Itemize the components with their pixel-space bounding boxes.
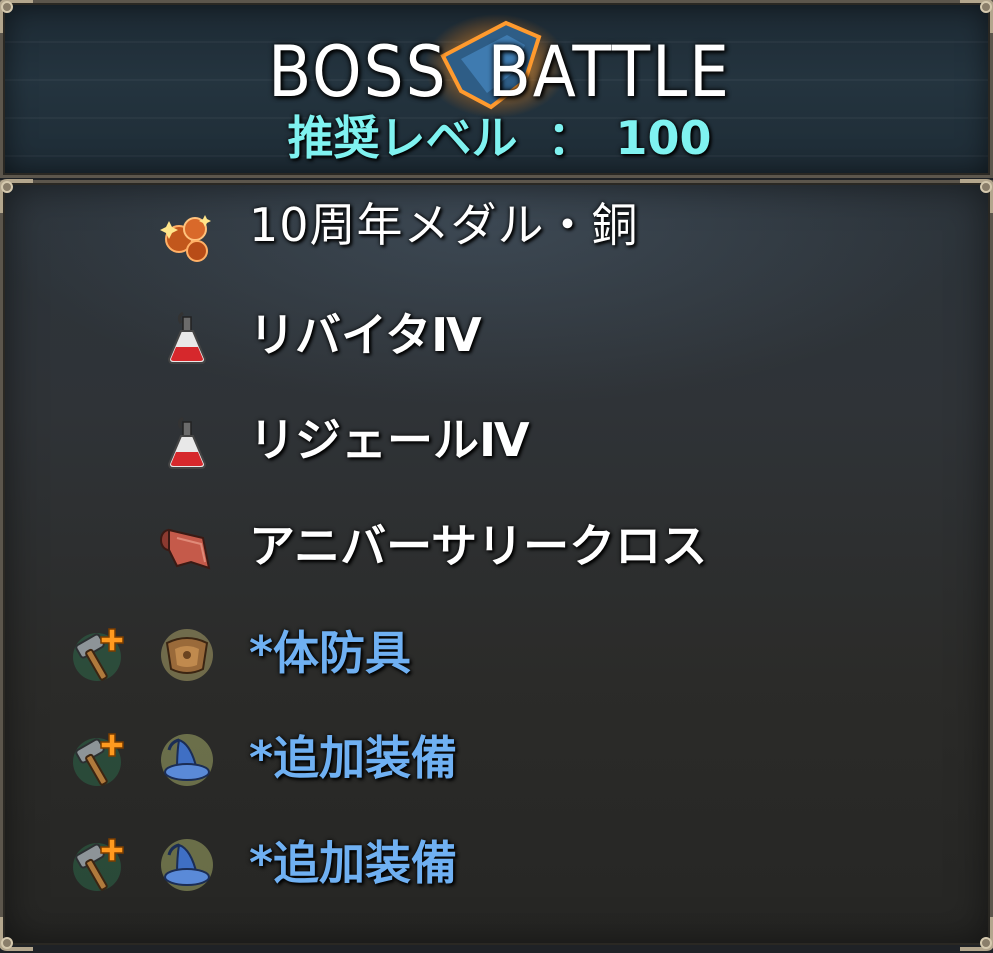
list-item[interactable]: リジェールⅣ — [3, 390, 993, 490]
list-item[interactable]: *追加装備 — [3, 708, 993, 808]
wizard-hat-icon — [161, 839, 213, 891]
reward-name: リバイタⅣ — [249, 308, 482, 362]
recommended-level: 推奨レベル： 100 — [3, 115, 993, 161]
boss-battle-header: BOSS BATTLE 推奨レベル： 100 — [0, 0, 993, 178]
page-title: BOSS BATTLE — [268, 31, 731, 113]
potion-icon — [167, 311, 207, 364]
list-item[interactable]: 10周年メダル・銅 — [3, 185, 993, 285]
reward-name: リジェールⅣ — [249, 413, 530, 467]
level-separator: ： — [547, 111, 594, 165]
hammer-plus-icon — [73, 628, 124, 681]
reward-name: *追加装備 — [249, 836, 458, 890]
reward-name: *体防具 — [249, 626, 412, 680]
recommended-level-value: 100 — [615, 111, 712, 165]
list-item[interactable]: *体防具 — [3, 603, 993, 703]
cloth-icon — [160, 528, 211, 570]
medal-icon — [160, 215, 211, 262]
hammer-plus-icon — [73, 838, 124, 891]
wizard-hat-icon — [161, 734, 213, 786]
list-item[interactable]: アニバーサリークロス — [3, 496, 993, 596]
list-item[interactable]: リバイタⅣ — [3, 285, 993, 385]
frame-corner-ornament-icon — [0, 0, 37, 37]
reward-name: アニバーサリークロス — [249, 519, 708, 573]
potion-icon — [167, 416, 207, 469]
reward-name: 10周年メダル・銅 — [249, 198, 639, 252]
frame-corner-ornament-icon — [0, 913, 37, 953]
frame-corner-ornament-icon — [956, 0, 993, 37]
body-armor-icon — [161, 629, 213, 681]
list-item[interactable]: *追加装備 — [3, 813, 993, 913]
reward-list-panel: 10周年メダル・銅 リバイタⅣ リジェールⅣ アニバーサリークロス *体防具 *… — [0, 179, 993, 951]
hammer-plus-icon — [73, 733, 124, 786]
frame-corner-ornament-icon — [956, 913, 993, 953]
recommended-level-label: 推奨レベル — [287, 111, 518, 165]
reward-name: *追加装備 — [249, 731, 458, 785]
